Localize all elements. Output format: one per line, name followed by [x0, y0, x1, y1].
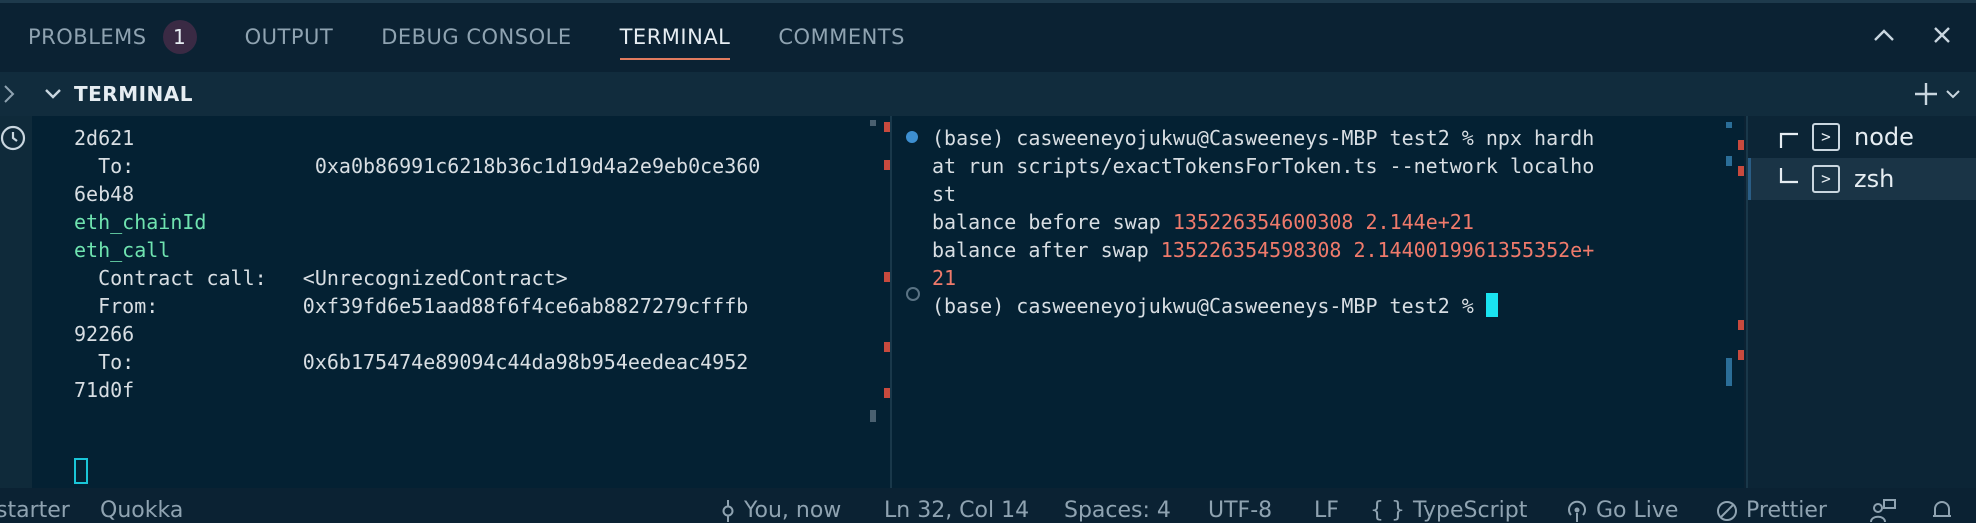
terminal-line: at run scripts/exactTokensForToken.ts --…: [932, 154, 1595, 178]
terminal-cursor: [1485, 293, 1498, 317]
terminal-list-item-node[interactable]: > node: [1748, 116, 1976, 158]
balance-before-values: 135226354600308 2.144e+21: [1172, 210, 1474, 234]
cursor-position-text: Ln 32, Col 14: [884, 498, 1030, 523]
broadcast-icon: [1568, 500, 1586, 522]
scrollbar-thumb[interactable]: [870, 410, 876, 422]
scrollbar-mark: [870, 120, 876, 126]
terminal-line-method: eth_chainId: [74, 210, 207, 234]
scrollbar-mark: [1726, 122, 1732, 128]
terminal-line: 6eb48: [74, 182, 135, 206]
tab-debug-console-label: DEBUG CONSOLE: [381, 24, 572, 49]
statusbar-feedback[interactable]: [1870, 498, 1896, 522]
problems-count-badge: 1: [162, 19, 197, 54]
terminal-line: To: 0xa0b86991c6218b36c1d19d4a2e9eb0ce36…: [74, 154, 761, 178]
scrollbar-mark: [1726, 156, 1732, 166]
terminal-pane-zsh[interactable]: (base) casweeneyojukwu@Casweeneys-MBP te…: [892, 116, 1744, 488]
terminal-line: 21: [932, 266, 957, 290]
statusbar-go-live[interactable]: Go Live: [1566, 498, 1678, 523]
tab-comments-label: COMMENTS: [778, 24, 905, 49]
eol-text: LF: [1314, 498, 1339, 523]
panel-tab-bar: PROBLEMS 1 OUTPUT DEBUG CONSOLE TERMINAL…: [0, 3, 1976, 70]
terminal-list: > node > zsh: [1746, 116, 1976, 488]
tab-output[interactable]: OUTPUT: [245, 3, 334, 70]
balance-after-values: 135226354598308 2.1440019961355352e+: [1160, 238, 1595, 262]
scrollbar-mark: [1738, 320, 1744, 330]
terminal-line: 2d621: [74, 126, 135, 150]
go-live-text: Go Live: [1596, 498, 1679, 523]
statusbar-git-blame[interactable]: You, now: [720, 498, 841, 523]
statusbar-quokka[interactable]: Quokka: [100, 498, 183, 523]
statusbar-starter-label: starter: [0, 498, 70, 523]
terminal-icon: >: [1812, 165, 1840, 193]
terminal-line: 92266: [74, 322, 135, 346]
maximize-panel-chevron-up-icon[interactable]: [1870, 21, 1898, 49]
terminal-line: balance before swap 135226354600308 2.14…: [932, 208, 1594, 236]
terminal-line: 71d0f: [74, 378, 135, 402]
history-icon[interactable]: [0, 124, 28, 152]
scrollbar-mark: [1738, 140, 1744, 150]
language-text: TypeScript: [1413, 498, 1528, 523]
statusbar-indentation[interactable]: Spaces: 4: [1064, 498, 1171, 523]
chevron-right-icon[interactable]: [0, 80, 18, 108]
terminal-line-method: eth_call: [74, 238, 171, 262]
scrollbar-mark: [1738, 166, 1744, 176]
statusbar-encoding[interactable]: UTF-8: [1208, 498, 1272, 523]
statusbar-notifications[interactable]: [1930, 498, 1954, 522]
collapse-chevron-down-icon[interactable]: [44, 80, 62, 108]
close-panel-icon[interactable]: [1928, 21, 1956, 49]
encoding-text: UTF-8: [1208, 498, 1273, 523]
git-commit-icon: [722, 499, 734, 522]
left-gutter: [0, 116, 32, 488]
terminal-line: From: 0xf39fd6e51aad88f6f4ce6ab8827279cf…: [74, 294, 749, 318]
terminal-output: 2d621 To: 0xa0b86991c6218b36c1d19d4a2e9e…: [74, 124, 760, 404]
statusbar-quokka-label: Quokka: [100, 498, 184, 523]
tab-problems-label: PROBLEMS: [28, 24, 147, 49]
prettier-disabled-icon: [1717, 500, 1737, 521]
tree-connector-icon: [1778, 126, 1800, 148]
section-title: TERMINAL: [74, 82, 194, 106]
tab-terminal[interactable]: TERMINAL: [619, 3, 731, 70]
status-bar: starter Quokka You, now Ln 32, Col 14 Sp…: [0, 490, 1976, 523]
tab-problems[interactable]: PROBLEMS 1: [28, 3, 197, 70]
command-success-dot-icon[interactable]: [906, 131, 918, 143]
command-pending-dot-icon[interactable]: [906, 287, 920, 301]
tab-output-label: OUTPUT: [244, 24, 334, 49]
bell-icon: [1933, 501, 1951, 517]
statusbar-prettier[interactable]: Prettier: [1716, 498, 1827, 523]
terminal-list-label: node: [1854, 123, 1914, 151]
terminal-line: Contract call: <UnrecognizedContract>: [74, 266, 568, 290]
terminal-line: balance after swap 135226354598308 2.144…: [932, 236, 1594, 264]
terminal-dropdown-chevron-icon[interactable]: [1944, 80, 1962, 108]
statusbar-eol[interactable]: LF: [1314, 498, 1339, 523]
terminal-line: (base) casweeneyojukwu@Casweeneys-MBP te…: [932, 292, 1594, 320]
balance-before-label: balance before swap: [932, 210, 1173, 234]
terminal-list-item-zsh[interactable]: > zsh: [1748, 158, 1976, 200]
blame-text: You, now: [744, 498, 842, 523]
feedback-person-icon: [1870, 499, 1896, 522]
prettier-text: Prettier: [1746, 498, 1827, 523]
braces-icon: { }: [1370, 498, 1405, 523]
prompt: (base) casweeneyojukwu@Casweeneys-MBP te…: [932, 294, 1486, 318]
terminal-output: (base) casweeneyojukwu@Casweeneys-MBP te…: [932, 124, 1594, 320]
indentation-text: Spaces: 4: [1064, 498, 1171, 523]
terminal-cursor: [74, 458, 88, 484]
balance-after-label: balance after swap: [932, 238, 1161, 262]
tree-connector-icon: [1778, 168, 1800, 190]
terminal-pane-node[interactable]: 2d621 To: 0xa0b86991c6218b36c1d19d4a2e9e…: [32, 116, 890, 488]
scrollbar-thumb[interactable]: [1726, 358, 1732, 386]
statusbar-language-mode[interactable]: { } TypeScript: [1370, 498, 1527, 523]
terminal-list-label: zsh: [1854, 165, 1895, 193]
terminal-icon: >: [1812, 123, 1840, 151]
new-terminal-plus-icon[interactable]: [1912, 80, 1940, 108]
terminal-line: To: 0x6b175474e89094c44da98b954eedeac495…: [74, 350, 749, 374]
statusbar-cursor-position[interactable]: Ln 32, Col 14: [884, 498, 1029, 523]
terminal-line: (base) casweeneyojukwu@Casweeneys-MBP te…: [932, 126, 1595, 150]
statusbar-starter[interactable]: starter: [0, 498, 70, 523]
tab-debug-console[interactable]: DEBUG CONSOLE: [381, 3, 571, 70]
tab-comments[interactable]: COMMENTS: [778, 3, 905, 70]
terminal-line: st: [932, 182, 957, 206]
scrollbar-mark: [1738, 350, 1744, 360]
terminal-section-header: TERMINAL: [0, 72, 1976, 116]
tab-terminal-label: TERMINAL: [619, 24, 731, 49]
